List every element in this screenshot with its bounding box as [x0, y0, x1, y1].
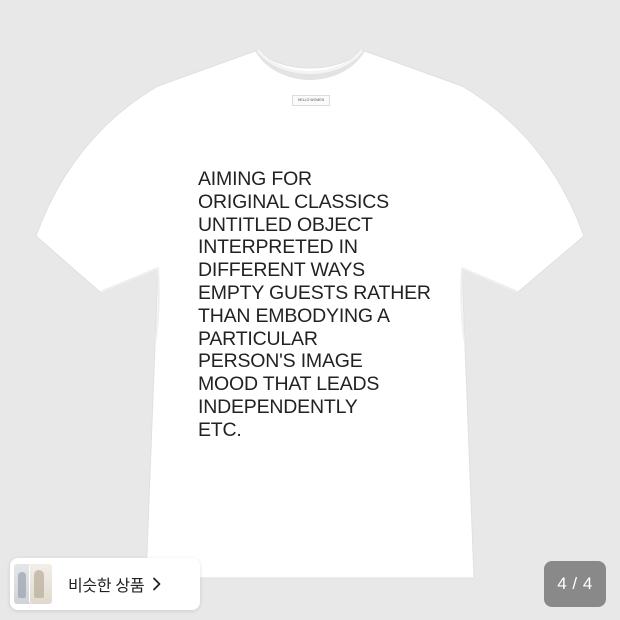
print-line: DIFFERENT WAYS [198, 259, 365, 282]
print-line: UNTITLED OBJECT [198, 213, 373, 236]
print-line: ETC. [198, 418, 242, 441]
print-line: INDEPENDENTLY [198, 395, 358, 418]
thumbnail-figure [18, 572, 26, 598]
product-image-viewer[interactable]: HELLO WOMEN AIMING FOR ORIGINAL CLASSICS… [0, 0, 620, 620]
print-line: PERSON'S IMAGE [198, 350, 363, 373]
print-line: EMPTY GUESTS RATHER [198, 281, 431, 304]
similar-products-button[interactable]: 비슷한 상품 [10, 558, 200, 610]
shirt-print-text: AIMING FOR ORIGINAL CLASSICS UNTITLED OB… [198, 168, 458, 442]
print-line: AIMING FOR [198, 168, 312, 190]
image-page-counter: 4 / 4 [544, 561, 606, 607]
neck-label: HELLO WOMEN [292, 95, 330, 106]
print-line: ORIGINAL CLASSICS [198, 190, 389, 213]
thumbnail-figure [34, 570, 44, 598]
print-line: PARTICULAR [198, 327, 318, 350]
chevron-right-icon [153, 577, 161, 591]
similar-products-label: 비슷한 상품 [68, 578, 145, 595]
print-line: INTERPRETED IN [198, 236, 358, 259]
print-line: MOOD THAT LEADS [198, 373, 380, 396]
similar-products-thumbnails [10, 558, 60, 610]
print-line: THAN EMBODYING A [198, 304, 390, 327]
